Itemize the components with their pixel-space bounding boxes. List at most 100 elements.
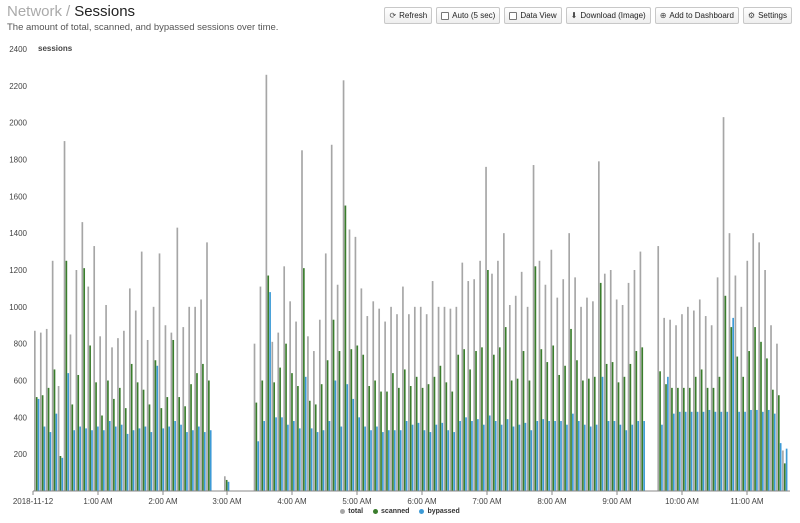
bar-scanned[interactable] [504,327,507,491]
bar-scanned[interactable] [166,397,169,491]
bar-scanned[interactable] [113,398,115,491]
bar-scanned[interactable] [445,382,448,491]
bar-bypassed[interactable] [156,365,159,491]
bar-scanned[interactable] [107,380,109,492]
bar-total[interactable] [657,246,660,491]
bar-bypassed[interactable] [577,421,580,491]
bar-total[interactable] [378,308,381,491]
bar-total[interactable] [140,251,143,491]
bar-bypassed[interactable] [732,317,735,491]
bar-total[interactable] [123,330,125,491]
bar-bypassed[interactable] [346,384,349,491]
bar-total[interactable] [87,286,90,491]
bar-bypassed[interactable] [67,373,70,491]
bar-scanned[interactable] [303,268,305,491]
bar-total[interactable] [764,270,766,491]
bar-bypassed[interactable] [423,430,426,491]
bar-bypassed[interactable] [73,430,76,491]
bar-total[interactable] [223,476,226,491]
bar-bypassed[interactable] [227,481,230,491]
bar-scanned[interactable] [184,406,186,491]
bar-bypassed[interactable] [441,422,444,491]
bar-total[interactable] [152,306,155,491]
bar-total[interactable] [681,314,683,491]
bar-bypassed[interactable] [298,428,301,491]
bar-bypassed[interactable] [269,292,271,491]
bar-total[interactable] [526,306,529,491]
bar-total[interactable] [419,306,422,491]
bar-bypassed[interactable] [132,430,135,491]
bar-scanned[interactable] [83,268,86,491]
bar-bypassed[interactable] [678,411,681,491]
bar-total[interactable] [366,316,369,491]
bar-total[interactable] [639,251,642,491]
bar-bypassed[interactable] [91,430,93,491]
bar-bypassed[interactable] [180,424,182,491]
bar-scanned[interactable] [403,369,406,491]
bar-total[interactable] [485,166,487,491]
bar-scanned[interactable] [392,373,394,491]
bar-total[interactable] [330,144,333,491]
bar-total[interactable] [194,306,196,491]
bar-scanned[interactable] [700,369,703,491]
bar-scanned[interactable] [665,384,667,491]
bar-scanned[interactable] [297,386,299,491]
bar-scanned[interactable] [409,386,412,491]
bar-total[interactable] [342,80,345,491]
bar-total[interactable] [81,222,84,491]
bar-bypassed[interactable] [304,376,307,491]
bar-bypassed[interactable] [174,421,176,491]
bar-scanned[interactable] [593,376,596,491]
legend-item-scanned[interactable]: scanned [373,508,409,515]
bar-bypassed[interactable] [684,411,687,491]
bar-total[interactable] [728,233,731,491]
bar-bypassed[interactable] [583,424,586,491]
bar-bypassed[interactable] [548,421,550,491]
bar-bypassed[interactable] [393,430,396,491]
bar-bypassed[interactable] [667,376,669,491]
bar-scanned[interactable] [724,295,727,491]
bar-scanned[interactable] [688,387,691,491]
bar-scanned[interactable] [558,374,560,491]
bar-scanned[interactable] [285,343,287,491]
bar-bypassed[interactable] [702,411,705,491]
bar-total[interactable] [93,246,96,491]
bar-scanned[interactable] [118,387,121,491]
bar-scanned[interactable] [718,376,721,491]
bar-bypassed[interactable] [738,411,740,491]
bar-bypassed[interactable] [631,424,634,491]
bar-scanned[interactable] [635,351,638,491]
bar-bypassed[interactable] [506,419,509,491]
bar-total[interactable] [574,277,576,491]
bar-total[interactable] [34,330,36,491]
bar-bypassed[interactable] [162,428,165,491]
bar-total[interactable] [63,141,66,492]
bar-total[interactable] [360,288,363,491]
bar-scanned[interactable] [332,319,335,491]
bar-scanned[interactable] [783,463,786,491]
bar-scanned[interactable] [748,351,750,491]
bar-bypassed[interactable] [607,421,610,491]
bar-total[interactable] [675,325,677,491]
bar-bypassed[interactable] [209,430,212,491]
bar-total[interactable] [313,351,315,491]
bar-bypassed[interactable] [263,421,265,491]
bar-bypassed[interactable] [453,432,455,491]
bar-scanned[interactable] [356,345,359,491]
bar-total[interactable] [271,341,274,491]
bar-total[interactable] [740,306,743,491]
bar-scanned[interactable] [41,395,44,491]
bar-scanned[interactable] [469,369,471,491]
bar-scanned[interactable] [427,384,430,491]
bar-bypassed[interactable] [198,426,200,491]
bar-total[interactable] [449,308,452,491]
bar-scanned[interactable] [736,356,739,491]
legend-item-bypassed[interactable]: bypassed [419,508,460,515]
bar-bypassed[interactable] [554,421,556,491]
bar-scanned[interactable] [142,389,145,491]
bar-bypassed[interactable] [405,421,408,491]
bar-bypassed[interactable] [387,430,390,491]
bar-bypassed[interactable] [417,422,420,491]
bar-scanned[interactable] [344,205,347,491]
bar-bypassed[interactable] [144,426,147,491]
